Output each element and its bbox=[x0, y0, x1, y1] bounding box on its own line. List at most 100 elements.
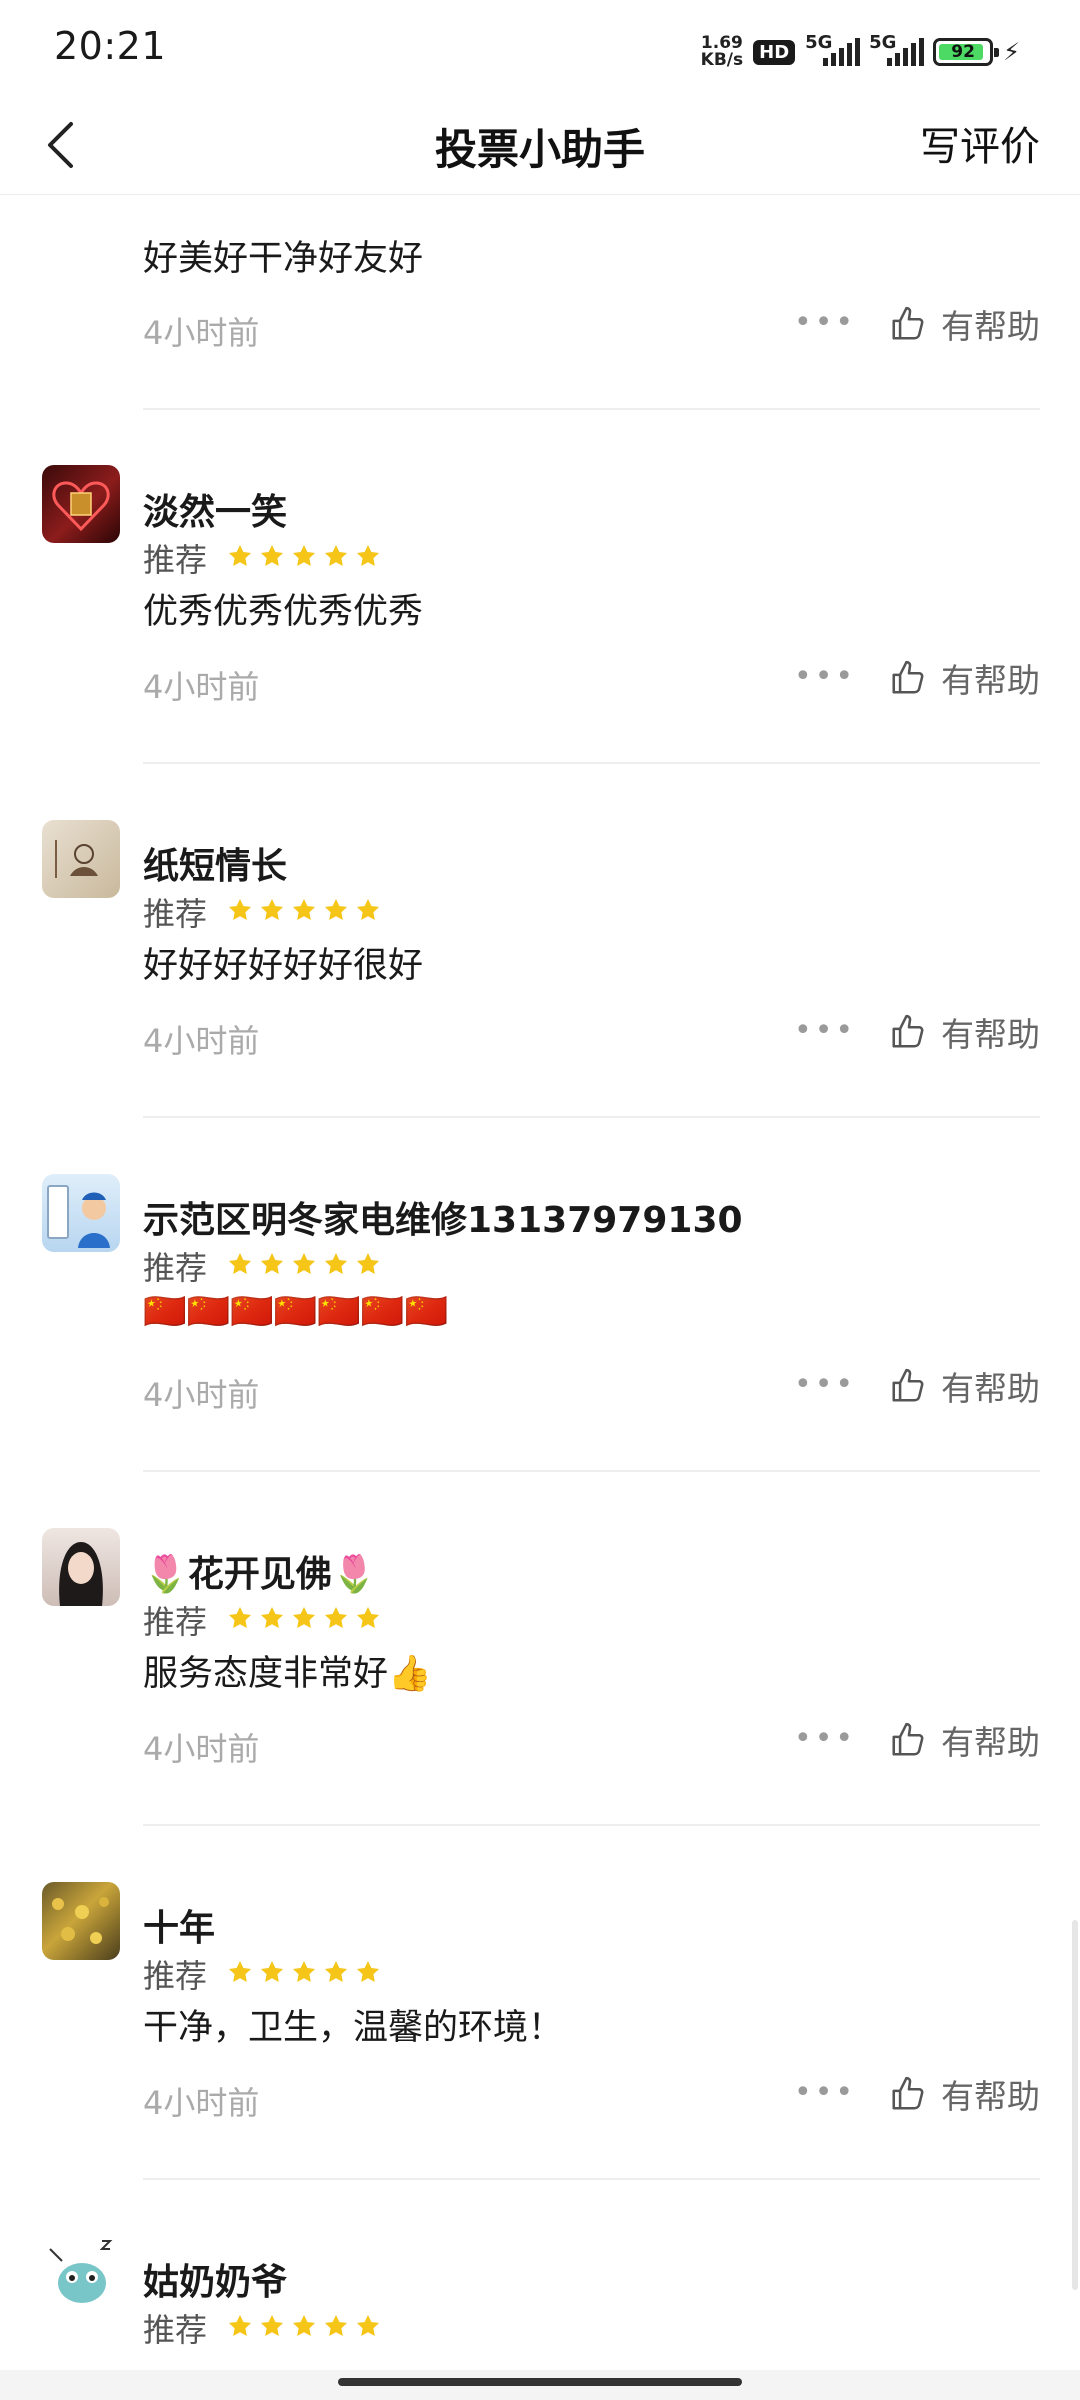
star-icon bbox=[323, 1251, 349, 1281]
thumbs-up-icon bbox=[889, 659, 927, 697]
rating-row: 推荐 bbox=[143, 1597, 381, 1643]
star-icon bbox=[227, 543, 253, 573]
star-icon bbox=[227, 1605, 253, 1635]
battery-icon: 92 bbox=[933, 38, 1000, 66]
helpful-button[interactable]: 有帮助 bbox=[889, 1362, 1040, 1410]
rating-row: 推荐 bbox=[143, 535, 381, 581]
star-icon bbox=[291, 1959, 317, 1989]
thumbs-up-icon bbox=[889, 305, 927, 343]
star-icon bbox=[259, 543, 285, 573]
page-title: 投票小助手 bbox=[434, 125, 645, 174]
star-icon bbox=[323, 1959, 349, 1989]
review-time: 4小时前 bbox=[143, 2084, 260, 2122]
signal-icon-2: 5G bbox=[869, 32, 925, 72]
review-time: 4小时前 bbox=[143, 314, 260, 352]
star-icon bbox=[259, 897, 285, 927]
star-icon bbox=[291, 543, 317, 573]
more-icon[interactable]: ••• bbox=[794, 1370, 856, 1400]
rating-row: 推荐 bbox=[143, 889, 381, 935]
star-icon bbox=[259, 2313, 285, 2343]
more-icon[interactable]: ••• bbox=[794, 662, 856, 692]
back-button[interactable] bbox=[40, 118, 80, 172]
star-icon bbox=[227, 897, 253, 927]
charging-icon: ⚡ bbox=[1003, 38, 1020, 66]
star-rating bbox=[227, 1605, 381, 1635]
nav-bar: 投票小助手 写评价 bbox=[0, 96, 1080, 195]
rating-row: 推荐 bbox=[143, 1243, 381, 1289]
divider bbox=[143, 408, 1040, 410]
review-author: 🌷花开见佛🌷 bbox=[143, 1554, 377, 1595]
more-icon[interactable]: ••• bbox=[794, 1724, 856, 1754]
scrollbar[interactable] bbox=[1072, 1920, 1078, 2290]
thumbs-up-icon bbox=[889, 1721, 927, 1759]
home-indicator[interactable] bbox=[338, 2378, 742, 2386]
star-rating bbox=[227, 897, 381, 927]
recommend-label: 推荐 bbox=[143, 1603, 208, 1641]
helpful-button[interactable]: 有帮助 bbox=[889, 1008, 1040, 1056]
hd-icon: HD bbox=[753, 39, 796, 65]
review-content: 优秀优秀优秀优秀 bbox=[143, 592, 424, 632]
review-author: 示范区明冬家电维修13137979130 bbox=[143, 1200, 743, 1241]
star-icon bbox=[227, 1959, 253, 1989]
star-icon bbox=[291, 2313, 317, 2343]
review-author: 姑奶奶爷 bbox=[143, 2262, 288, 2303]
star-icon bbox=[355, 543, 381, 573]
network-speed: 1.69 KB/s bbox=[700, 33, 744, 70]
thumbs-up-icon bbox=[889, 1367, 927, 1405]
star-icon bbox=[355, 1959, 381, 1989]
star-icon bbox=[291, 1605, 317, 1635]
avatar[interactable] bbox=[42, 2235, 120, 2313]
star-rating bbox=[227, 543, 381, 573]
more-icon[interactable]: ••• bbox=[794, 2078, 856, 2108]
helpful-button[interactable]: 有帮助 bbox=[889, 300, 1040, 348]
review-content: 好美好干净好友好 bbox=[143, 239, 424, 279]
helpful-button[interactable]: 有帮助 bbox=[889, 654, 1040, 702]
review-list[interactable]: 好美好干净好友好 4小时前 ••• 有帮助 淡然一笑 推荐 优秀优秀优秀优秀 4… bbox=[0, 195, 1080, 2370]
star-icon bbox=[323, 897, 349, 927]
recommend-label: 推荐 bbox=[143, 2311, 208, 2349]
more-icon[interactable]: ••• bbox=[794, 308, 856, 338]
star-icon bbox=[355, 1605, 381, 1635]
star-icon bbox=[291, 1251, 317, 1281]
recommend-label: 推荐 bbox=[143, 541, 208, 579]
recommend-label: 推荐 bbox=[143, 895, 208, 933]
helpful-button[interactable]: 有帮助 bbox=[889, 1716, 1040, 1764]
star-icon bbox=[323, 1605, 349, 1635]
helpful-button[interactable]: 有帮助 bbox=[889, 2070, 1040, 2118]
divider bbox=[143, 1116, 1040, 1118]
avatar[interactable] bbox=[42, 1882, 120, 1960]
status-time: 20:21 bbox=[54, 24, 167, 68]
divider bbox=[143, 762, 1040, 764]
review-content: 🇨🇳🇨🇳🇨🇳🇨🇳🇨🇳🇨🇳🇨🇳 bbox=[143, 1292, 449, 1332]
review-time: 4小时前 bbox=[143, 1022, 260, 1060]
more-icon[interactable]: ••• bbox=[794, 1016, 856, 1046]
signal-icon: 5G bbox=[805, 32, 861, 72]
review-author: 十年 bbox=[143, 1908, 216, 1949]
star-rating bbox=[227, 2313, 381, 2343]
star-rating bbox=[227, 1959, 381, 1989]
star-icon bbox=[291, 897, 317, 927]
status-icons: 1.69 KB/s HD 5G 5G 92 ⚡ bbox=[701, 30, 1020, 74]
review-content: 干净，卫生，温馨的环境！ bbox=[143, 2008, 564, 2048]
star-icon bbox=[355, 2313, 381, 2343]
divider bbox=[143, 1470, 1040, 1472]
star-icon bbox=[355, 897, 381, 927]
thumbs-up-icon bbox=[889, 1013, 927, 1051]
star-rating bbox=[227, 1251, 381, 1281]
avatar[interactable] bbox=[42, 465, 120, 543]
write-review-button[interactable]: 写评价 bbox=[920, 114, 1040, 172]
avatar[interactable] bbox=[42, 1174, 120, 1252]
star-icon bbox=[355, 1251, 381, 1281]
divider bbox=[143, 1824, 1040, 1826]
star-icon bbox=[227, 2313, 253, 2343]
divider bbox=[143, 2178, 1040, 2180]
avatar[interactable] bbox=[42, 820, 120, 898]
star-icon bbox=[259, 1251, 285, 1281]
review-author: 纸短情长 bbox=[143, 846, 288, 887]
avatar[interactable] bbox=[42, 1528, 120, 1606]
review-author: 淡然一笑 bbox=[143, 492, 288, 533]
recommend-label: 推荐 bbox=[143, 1957, 208, 1995]
review-time: 4小时前 bbox=[143, 668, 260, 706]
status-bar: 20:21 1.69 KB/s HD 5G 5G 92 ⚡ bbox=[0, 0, 1080, 96]
chevron-left-icon bbox=[48, 122, 73, 168]
